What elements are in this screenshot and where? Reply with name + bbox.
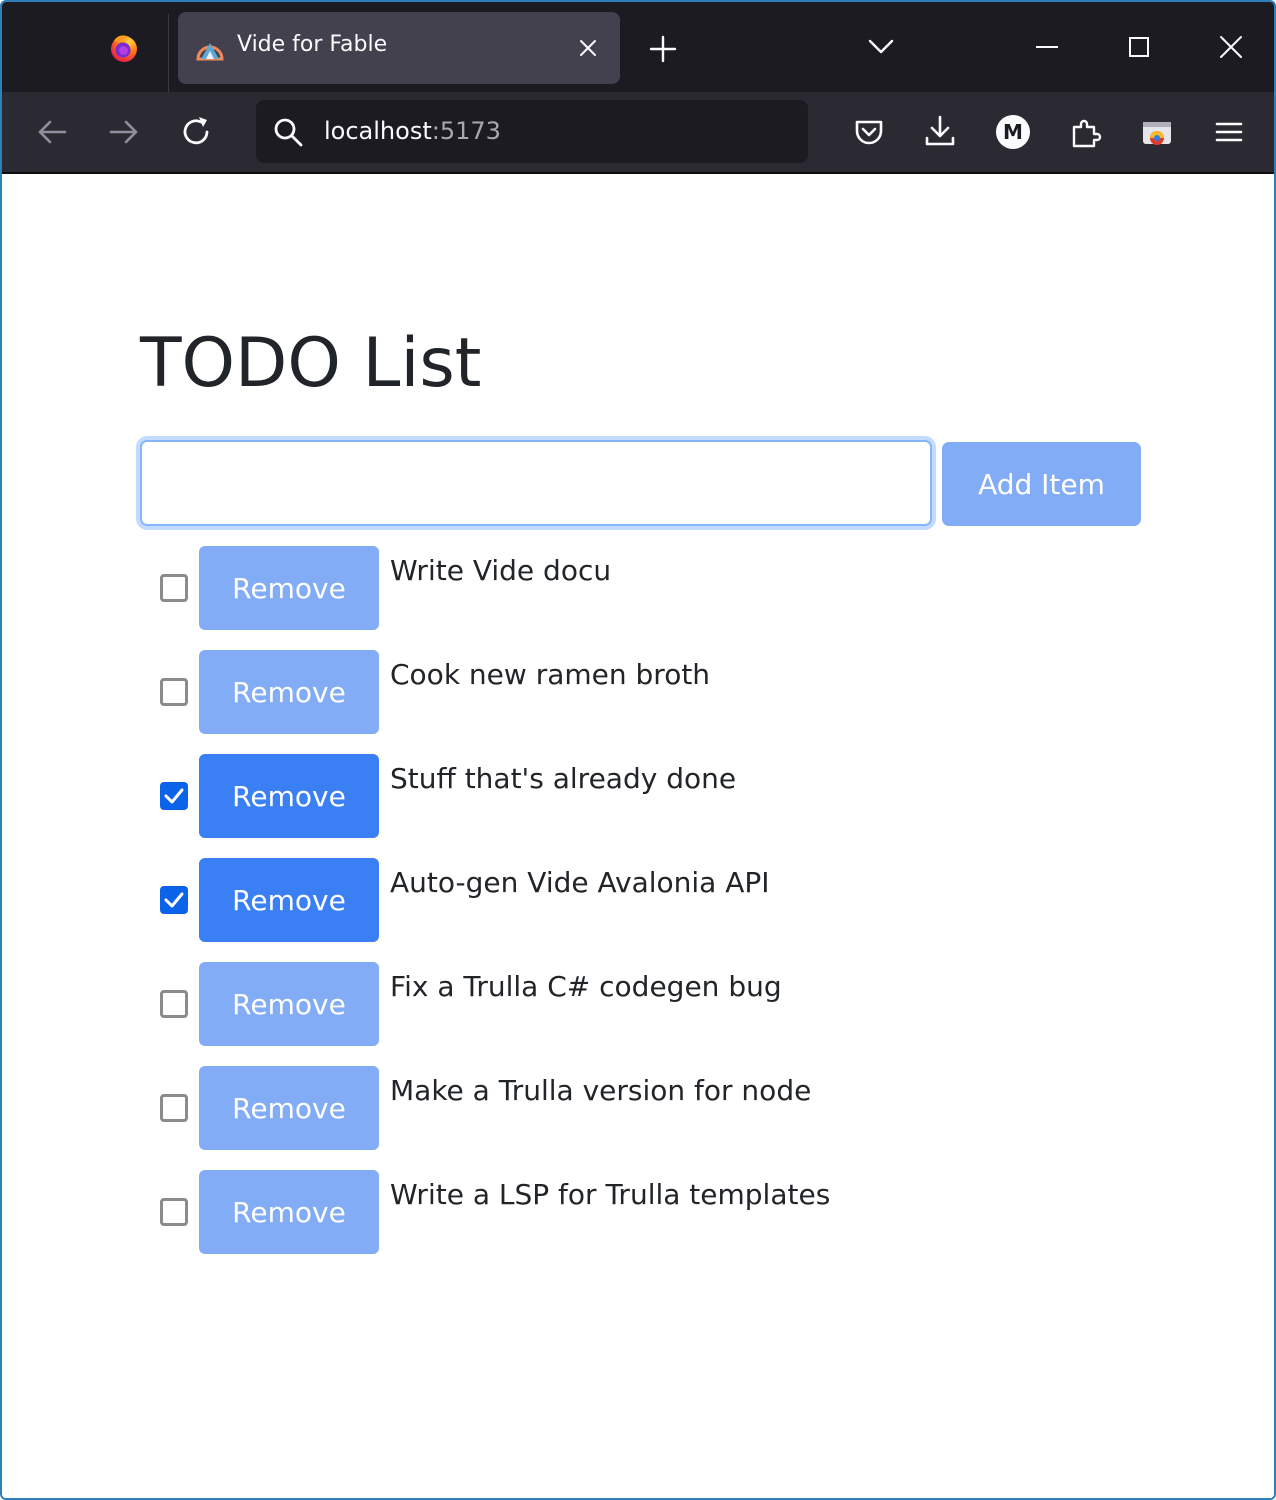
todo-item: Remove Stuff that's already done [2,754,1274,838]
todo-checkbox[interactable] [160,678,188,706]
url-port: :5173 [431,117,501,145]
page-content: TODO List Add Item Remove Write Vide doc… [2,174,1274,1498]
tab-strip: Vide for Fable [2,2,1274,92]
todo-item: Remove Write a LSP for Trulla templates [2,1170,1274,1254]
tab-separator [168,14,169,92]
todo-item: Remove Auto-gen Vide Avalonia API [2,858,1274,942]
url-host: localhost [324,117,432,145]
download-icon[interactable] [923,114,957,148]
todo-item: Remove Cook new ramen broth [2,650,1274,734]
tab-title: Vide for Fable [237,32,388,57]
menu-hamburger-icon[interactable] [1212,115,1246,149]
window-close-icon[interactable] [1218,34,1244,60]
remove-button[interactable]: Remove [199,546,379,630]
todo-checkbox[interactable] [160,574,188,602]
list-all-tabs-chevron-icon[interactable] [866,34,896,60]
todo-checkbox[interactable] [160,990,188,1018]
remove-button[interactable]: Remove [199,754,379,838]
checkmark-icon [164,892,184,908]
screenshot-extension-icon[interactable] [1140,116,1174,150]
vide-favicon-icon [196,43,224,61]
todo-checkbox[interactable] [160,886,188,914]
remove-button[interactable]: Remove [199,1066,379,1150]
add-item-button[interactable]: Add Item [942,442,1141,526]
navigation-bar: localhost:5173 M [2,92,1274,174]
tab-close-icon[interactable] [576,36,600,60]
account-avatar-icon[interactable]: M [996,115,1030,149]
todo-item: Remove Make a Trulla version for node [2,1066,1274,1150]
todo-item: Remove Write Vide docu [2,546,1274,630]
todo-text: Auto-gen Vide Avalonia API [390,866,770,899]
page-title: TODO List [140,324,482,403]
todo-checkbox[interactable] [160,1094,188,1122]
browser-window: Vide for Fable localhost:5173 M TODO Lis… [0,0,1276,1500]
todo-item: Remove Fix a Trulla C# codegen bug [2,962,1274,1046]
new-tab-plus-icon[interactable] [648,34,678,64]
tab-active[interactable]: Vide for Fable [178,12,620,84]
todo-text: Fix a Trulla C# codegen bug [390,970,782,1003]
forward-arrow-icon[interactable] [107,115,141,149]
remove-button[interactable]: Remove [199,858,379,942]
firefox-logo-icon[interactable] [108,32,140,64]
search-icon [274,118,303,147]
checkmark-icon [164,788,184,804]
window-minimize-icon[interactable] [1034,34,1060,60]
new-todo-input[interactable] [140,440,932,526]
todo-checkbox[interactable] [160,1198,188,1226]
remove-button[interactable]: Remove [199,650,379,734]
window-maximize-icon[interactable] [1126,34,1152,60]
todo-text: Write a LSP for Trulla templates [390,1178,831,1211]
todo-text: Write Vide docu [390,554,612,587]
remove-button[interactable]: Remove [199,962,379,1046]
url-bar[interactable]: localhost:5173 [256,100,808,163]
url-text: localhost:5173 [324,117,501,145]
pocket-icon[interactable] [852,115,886,149]
todo-checkbox[interactable] [160,782,188,810]
todo-text: Stuff that's already done [390,762,737,795]
todo-text: Cook new ramen broth [390,658,711,691]
back-arrow-icon[interactable] [35,115,69,149]
extensions-puzzle-icon[interactable] [1069,115,1103,149]
todo-text: Make a Trulla version for node [390,1074,812,1107]
reload-icon[interactable] [179,115,213,149]
remove-button[interactable]: Remove [199,1170,379,1254]
